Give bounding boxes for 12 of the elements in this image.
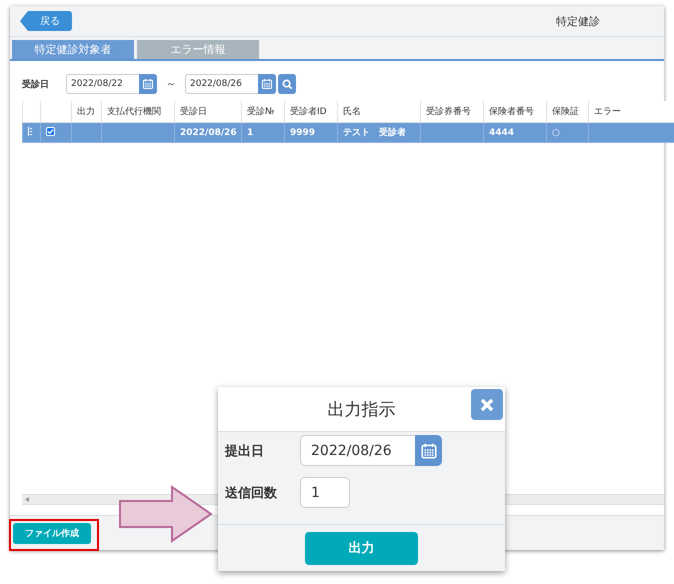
filter-label: 受診日 xyxy=(22,78,50,90)
table-cell: 9999 xyxy=(290,128,316,138)
field-label: 提出日 xyxy=(225,442,265,460)
table-cell: 4444 xyxy=(489,128,514,138)
range-separator: ～ xyxy=(165,78,177,91)
table-cell: テスト 受診者 xyxy=(343,128,406,138)
table-cell: 1 xyxy=(247,128,254,138)
field-label: 送信回数 xyxy=(225,484,278,502)
window-title: 特定健診 xyxy=(556,14,600,28)
table-cell: ○ xyxy=(552,128,560,138)
dialog-title: 出力指示 xyxy=(328,398,396,420)
table-cell: 2022/08/26 xyxy=(180,128,237,138)
